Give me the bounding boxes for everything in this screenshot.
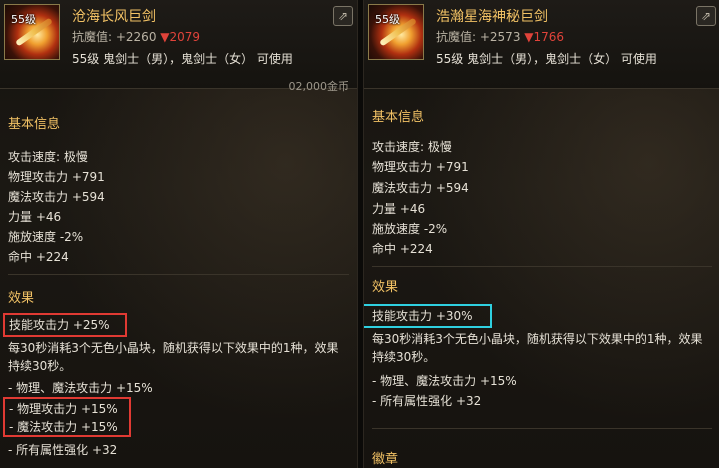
item-name: 沧海长风巨剑	[72, 9, 156, 25]
resist-delta: ▼1766	[524, 30, 565, 44]
level-badge: 55级	[11, 13, 36, 26]
stat-physical-attack: 物理攻击力 +791	[372, 160, 469, 174]
effect-option: - 所有属性强化 +32	[8, 443, 118, 457]
resist-value: 抗魔值: +2260 ▼2079	[72, 30, 201, 44]
greatsword-icon[interactable]: 55级	[4, 4, 60, 60]
resist-value: 抗魔值: +2573 ▼1766	[436, 30, 565, 44]
emblem-title: 徽章	[372, 452, 399, 467]
compare-icon[interactable]: ⇗	[696, 6, 716, 26]
stat-magic-attack: 魔法攻击力 +594	[8, 190, 105, 204]
effects-title: 效果	[372, 280, 399, 295]
skill-attack-effect: 技能攻击力 +30%	[364, 304, 492, 328]
skill-attack-effect: 技能攻击力 +25%	[3, 313, 127, 337]
stat-strength: 力量 +46	[372, 202, 426, 216]
stat-strength: 力量 +46	[8, 210, 62, 224]
divider	[8, 274, 349, 275]
basic-info-title: 基本信息	[372, 110, 425, 125]
price-text: 02,000金币	[288, 80, 350, 93]
compare-icon[interactable]: ⇗	[333, 6, 353, 26]
item-tooltip-left: 55级 沧海长风巨剑 ⇗ 抗魔值: +2260 ▼2079 55级 鬼剑士（男）…	[0, 0, 358, 468]
tooltip-header: 55级 浩瀚星海神秘巨剑 ⇗ 抗魔值: +2573 ▼1766 55级 鬼剑士（…	[364, 0, 719, 89]
stat-hit: 命中 +224	[372, 242, 433, 256]
basic-info-title: 基本信息	[8, 117, 61, 132]
effect-description: 每30秒消耗3个无色小晶块，随机获得以下效果中的1种，效果持续30秒。	[372, 332, 703, 364]
stat-magic-attack: 魔法攻击力 +594	[372, 181, 469, 195]
highlighted-effect-options: - 物理攻击力 +15% - 魔法攻击力 +15%	[3, 397, 131, 437]
effects-title: 效果	[8, 291, 35, 306]
stat-physical-attack: 物理攻击力 +791	[8, 170, 105, 184]
effect-option: - 物理、魔法攻击力 +15%	[372, 374, 517, 388]
greatsword-icon[interactable]: 55级	[368, 4, 424, 60]
item-name: 浩瀚星海神秘巨剑	[436, 9, 548, 25]
stat-cast-speed: 施放速度 -2%	[8, 230, 84, 244]
resist-delta: ▼2079	[160, 30, 201, 44]
effect-option: - 物理攻击力 +15%	[9, 402, 118, 416]
divider	[372, 428, 712, 429]
divider	[372, 266, 712, 267]
item-tooltip-right: 55级 浩瀚星海神秘巨剑 ⇗ 抗魔值: +2573 ▼1766 55级 鬼剑士（…	[363, 0, 719, 468]
level-badge: 55级	[375, 13, 400, 26]
effect-description: 每30秒消耗3个无色小晶块，随机获得以下效果中的1种，效果持续30秒。	[8, 341, 339, 373]
tooltip-header: 55级 沧海长风巨剑 ⇗ 抗魔值: +2260 ▼2079 55级 鬼剑士（男）…	[0, 0, 357, 93]
effect-option: - 物理、魔法攻击力 +15%	[8, 381, 153, 395]
stat-attack-speed: 攻击速度: 极慢	[372, 140, 452, 154]
class-requirement: 55级 鬼剑士（男），鬼剑士（女） 可使用	[72, 52, 293, 66]
effect-option: - 魔法攻击力 +15%	[9, 420, 118, 434]
class-requirement: 55级 鬼剑士（男），鬼剑士（女） 可使用	[436, 52, 657, 66]
stat-attack-speed: 攻击速度: 极慢	[8, 150, 88, 164]
stat-cast-speed: 施放速度 -2%	[372, 222, 448, 236]
effect-option: - 所有属性强化 +32	[372, 394, 482, 408]
stat-hit: 命中 +224	[8, 250, 69, 264]
